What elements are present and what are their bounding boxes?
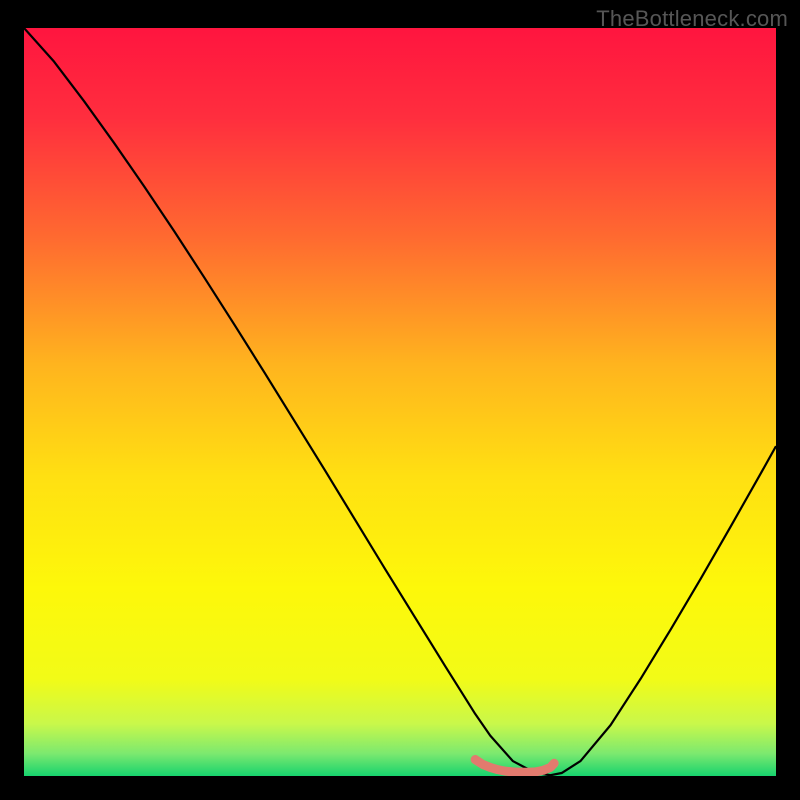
chart-container: TheBottleneck.com [0, 0, 800, 800]
gradient-background [24, 28, 776, 776]
plot-frame [24, 28, 776, 776]
plot-svg [24, 28, 776, 776]
